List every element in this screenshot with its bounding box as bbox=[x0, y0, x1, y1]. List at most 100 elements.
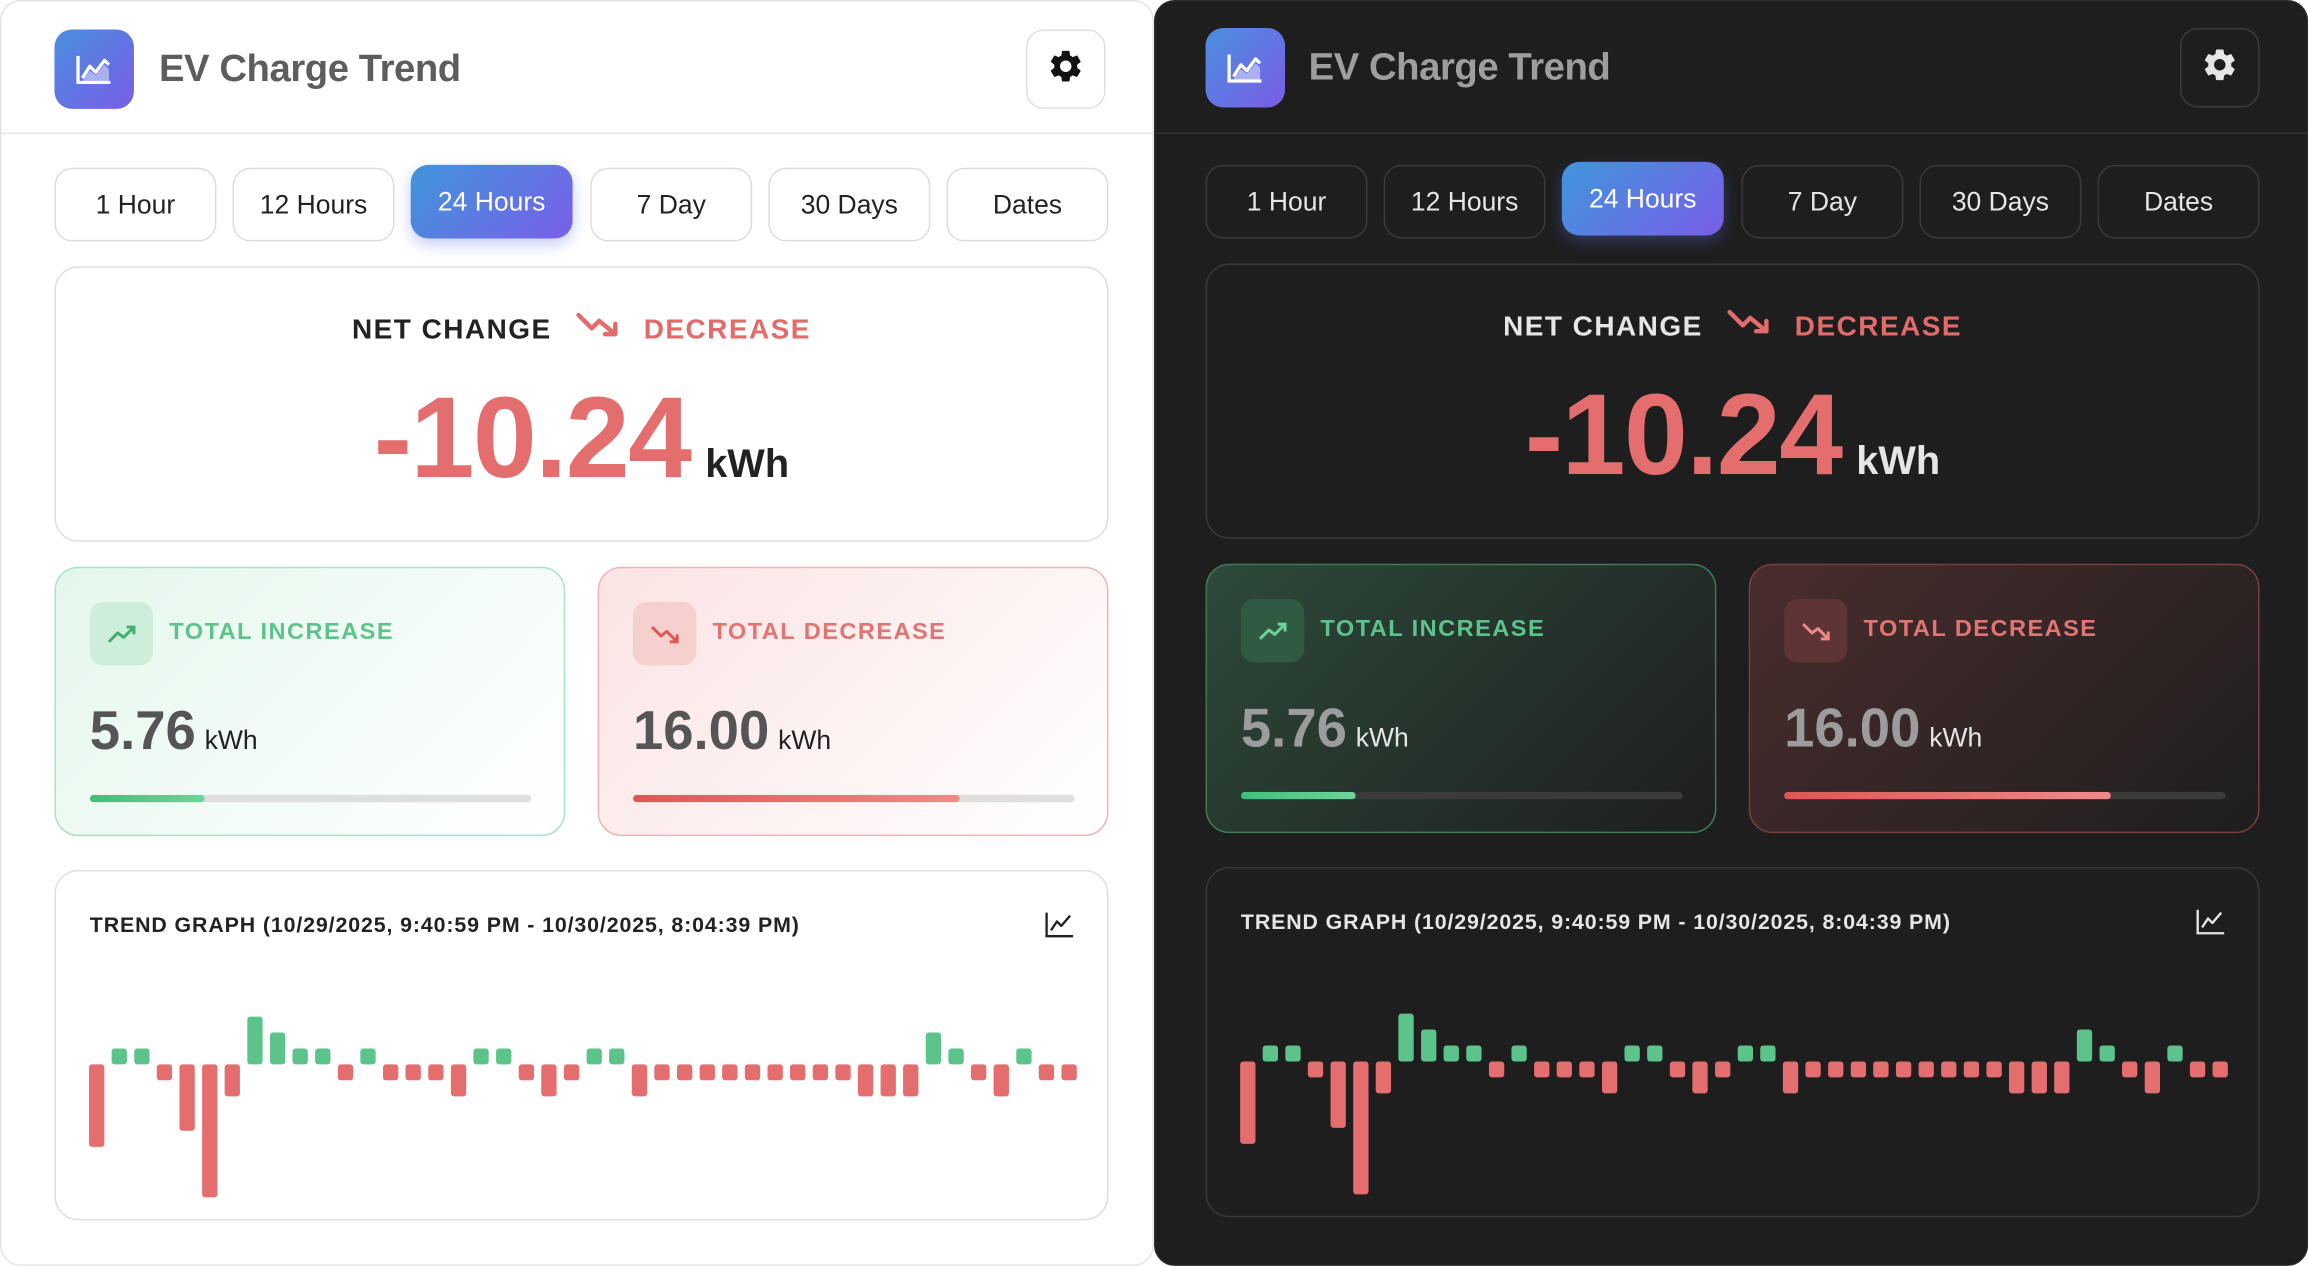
trend-bar bbox=[1375, 1061, 1392, 1094]
trend-bar bbox=[948, 1048, 964, 1065]
tab-dates[interactable]: Dates bbox=[946, 167, 1109, 242]
total-increase-label: TOTAL INCREASE bbox=[1320, 616, 1546, 642]
time-range-tabs: 1 Hour 12 Hours 24 Hours 7 Day 30 Days D… bbox=[54, 164, 1109, 242]
trend-bar bbox=[631, 1064, 648, 1097]
trend-bar bbox=[676, 1064, 693, 1081]
trend-bar-chart bbox=[1240, 1013, 2228, 1195]
total-decrease-progress bbox=[632, 794, 1075, 803]
trend-bar bbox=[224, 1064, 240, 1097]
trend-bar bbox=[2054, 1061, 2070, 1094]
tab-7-day[interactable]: 7 Day bbox=[1741, 164, 1904, 239]
trend-bar bbox=[315, 1048, 331, 1065]
trend-title-text: TREND GRAPH bbox=[89, 914, 257, 938]
trend-bar bbox=[428, 1064, 444, 1081]
trending-down-icon bbox=[1727, 306, 1771, 344]
tab-30-days[interactable]: 30 Days bbox=[768, 167, 931, 242]
tab-1-hour[interactable]: 1 Hour bbox=[54, 167, 217, 242]
total-increase-progress-fill bbox=[89, 794, 205, 803]
chart-line-icon[interactable] bbox=[2196, 908, 2225, 942]
settings-button[interactable] bbox=[2180, 27, 2260, 108]
trend-bar bbox=[1330, 1061, 1346, 1128]
trend-bar bbox=[1895, 1061, 1912, 1078]
tab-7-day[interactable]: 7 Day bbox=[590, 167, 753, 242]
trend-graph-card: TREND GRAPH (10/29/2025, 9:40:59 PM - 10… bbox=[1205, 867, 2260, 1218]
trending-up-icon bbox=[1240, 599, 1305, 663]
trend-bar bbox=[1805, 1061, 1821, 1078]
trend-bar bbox=[1061, 1064, 1077, 1081]
total-decrease-label: TOTAL DECREASE bbox=[712, 619, 947, 645]
trend-bar bbox=[1511, 1045, 1527, 1062]
trend-bar bbox=[1240, 1061, 1256, 1144]
trend-bar bbox=[292, 1048, 308, 1065]
chart-line-icon bbox=[54, 29, 134, 109]
trend-bar bbox=[1737, 1045, 1754, 1062]
trend-bar bbox=[1421, 1029, 1437, 1062]
tab-12-hours[interactable]: 12 Hours bbox=[232, 167, 395, 242]
trend-bar bbox=[563, 1064, 580, 1081]
tab-30-days[interactable]: 30 Days bbox=[1919, 164, 2082, 239]
trend-graph-title: TREND GRAPH (10/29/2025, 9:40:59 PM - 10… bbox=[90, 914, 800, 938]
net-change-unit: kWh bbox=[1856, 438, 1941, 483]
total-decrease-card: TOTAL DECREASE 16.00 kWh bbox=[1748, 563, 2260, 834]
trend-bar bbox=[722, 1064, 738, 1081]
trend-bar bbox=[1715, 1061, 1731, 1078]
trend-bar bbox=[609, 1048, 625, 1065]
light-theme-panel: EV Charge Trend 1 Hour 12 Hours 24 Hours… bbox=[0, 0, 1155, 1266]
trend-bar bbox=[1443, 1045, 1459, 1062]
total-decrease-unit: kWh bbox=[778, 725, 832, 756]
chart-line-icon[interactable] bbox=[1045, 911, 1074, 945]
trend-bar bbox=[925, 1032, 942, 1065]
trend-bar bbox=[2076, 1029, 2093, 1062]
trend-bar bbox=[586, 1048, 602, 1065]
trend-bar bbox=[247, 1016, 263, 1065]
trend-bar bbox=[1285, 1045, 1301, 1062]
trend-bar bbox=[1466, 1045, 1482, 1062]
trend-bar bbox=[812, 1064, 828, 1081]
trend-bar bbox=[1262, 1045, 1278, 1062]
trend-bar bbox=[2099, 1045, 2115, 1062]
settings-button[interactable] bbox=[1025, 29, 1106, 109]
trend-bar bbox=[2189, 1061, 2206, 1078]
trend-bar bbox=[202, 1064, 218, 1198]
net-change-card: NET CHANGE DECREASE -10.24 kWh bbox=[54, 266, 1109, 542]
trend-bar bbox=[1579, 1061, 1595, 1078]
trend-bar bbox=[473, 1048, 489, 1065]
trend-bar bbox=[767, 1064, 783, 1081]
trend-bar bbox=[2031, 1061, 2047, 1094]
trend-bar bbox=[156, 1064, 173, 1081]
trend-bar bbox=[1038, 1064, 1055, 1081]
trend-bar bbox=[2008, 1061, 2025, 1094]
total-decrease-progress bbox=[1784, 791, 2226, 800]
tab-1-hour[interactable]: 1 Hour bbox=[1205, 164, 1368, 239]
trend-bar bbox=[518, 1064, 535, 1081]
net-change-unit: kWh bbox=[705, 441, 790, 486]
trend-bar bbox=[360, 1048, 376, 1065]
trend-bar bbox=[1534, 1061, 1550, 1078]
trend-date-range: (10/29/2025, 9:40:59 PM - 10/30/2025, 8:… bbox=[262, 914, 800, 938]
tab-24-hours[interactable]: 24 Hours bbox=[1561, 161, 1724, 236]
tab-dates[interactable]: Dates bbox=[2097, 164, 2260, 239]
tab-12-hours[interactable]: 12 Hours bbox=[1383, 164, 1546, 239]
chart-line-icon bbox=[1205, 27, 1286, 108]
total-increase-card: TOTAL INCREASE 5.76 kWh bbox=[1205, 563, 1717, 834]
trend-bar bbox=[1963, 1061, 1980, 1078]
trend-bar bbox=[903, 1064, 919, 1097]
trend-bar bbox=[857, 1064, 874, 1097]
trend-bar bbox=[1307, 1061, 1324, 1078]
trend-bar bbox=[1873, 1061, 1889, 1078]
trend-date-range: (10/29/2025, 9:40:59 PM - 10/30/2025, 8:… bbox=[1413, 911, 1951, 935]
trend-bar bbox=[383, 1064, 399, 1081]
trend-bar bbox=[134, 1048, 150, 1065]
trend-bar bbox=[744, 1064, 761, 1081]
trend-title-text: TREND GRAPH bbox=[1240, 911, 1408, 935]
total-increase-progress-fill bbox=[1240, 791, 1356, 800]
trend-bar bbox=[1647, 1045, 1663, 1062]
trend-bar bbox=[1398, 1013, 1414, 1062]
net-change-value: -10.24 bbox=[1524, 369, 1843, 500]
trend-bar bbox=[970, 1064, 987, 1081]
total-decrease-unit: kWh bbox=[1929, 722, 1983, 753]
trend-bar bbox=[1488, 1061, 1505, 1078]
tab-24-hours[interactable]: 24 Hours bbox=[410, 164, 573, 239]
trend-bar bbox=[1918, 1061, 1934, 1078]
trend-bar bbox=[880, 1064, 896, 1097]
